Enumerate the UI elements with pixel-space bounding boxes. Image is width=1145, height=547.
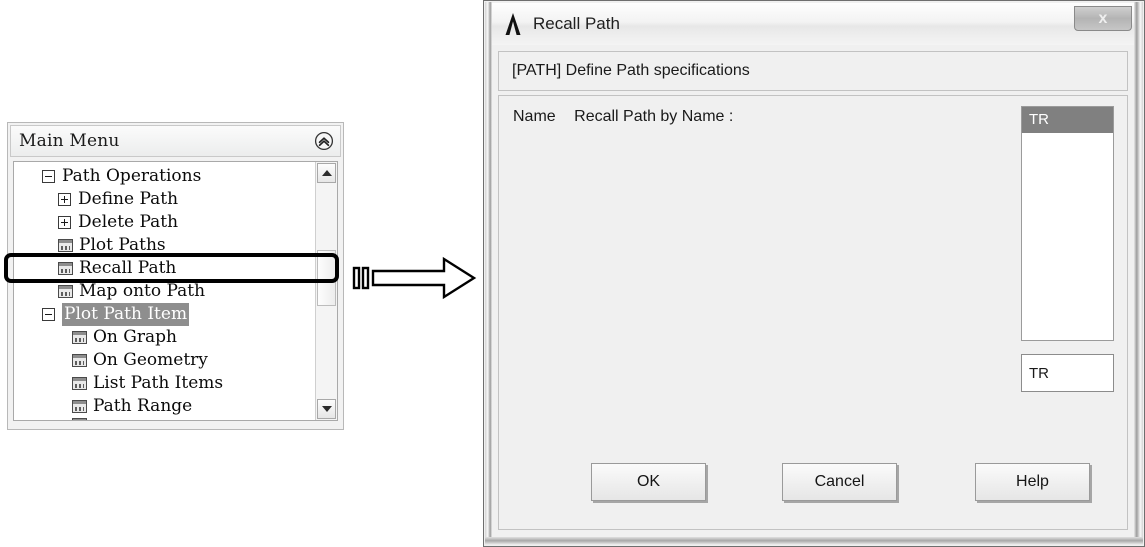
dialog-left-edge bbox=[485, 2, 492, 545]
name-label: Name bbox=[513, 108, 556, 125]
dialog-icon bbox=[72, 354, 87, 367]
scroll-up-button[interactable] bbox=[317, 163, 336, 183]
tree-item-label: On Geometry bbox=[93, 350, 208, 370]
dialog-icon bbox=[72, 377, 87, 390]
dialog-titlebar[interactable]: Recall Path x bbox=[492, 3, 1134, 45]
tree-item-label: Map onto Path bbox=[79, 281, 206, 301]
scroll-down-button[interactable] bbox=[317, 399, 336, 419]
main-menu-title: Main Menu bbox=[19, 131, 120, 151]
tree-item-plot-path-item[interactable]: Plot Path Item bbox=[14, 303, 315, 326]
dialog-button-row: OK Cancel Help bbox=[499, 463, 1127, 501]
dialog-body: Name Recall Path by Name : TR OK Cancel … bbox=[498, 95, 1128, 530]
cancel-button[interactable]: Cancel bbox=[782, 463, 897, 501]
dialog-icon bbox=[58, 262, 73, 275]
tree-item-recall-path[interactable]: Recall Path bbox=[14, 257, 315, 280]
dialog-prompt-bar: [PATH] Define Path specifications bbox=[498, 51, 1128, 91]
dialog-right-edge bbox=[1134, 2, 1143, 545]
path-name-input[interactable] bbox=[1021, 354, 1114, 392]
tree-item-label: Delete Path bbox=[78, 212, 179, 232]
tree-item-on-graph[interactable]: On Graph bbox=[14, 326, 315, 349]
path-name-listbox[interactable]: TR bbox=[1021, 106, 1114, 341]
dialog-icon bbox=[58, 285, 73, 298]
scrollbar-thumb[interactable] bbox=[317, 250, 336, 306]
dialog-frame: Recall Path x [PATH] Define Path specifi… bbox=[483, 0, 1145, 547]
tree-item-list-path-items[interactable]: List Path Items bbox=[14, 372, 315, 395]
tree-item-label: On Graph bbox=[93, 327, 177, 347]
tree-item-define-path[interactable]: Define Path bbox=[14, 188, 315, 211]
chevron-double-up-circle-icon[interactable] bbox=[314, 131, 334, 151]
main-menu-header: Main Menu bbox=[10, 125, 341, 157]
tree-item-label: Plot Paths bbox=[79, 235, 166, 255]
dialog-icon bbox=[72, 331, 87, 344]
tree-item-path-range[interactable]: Path Range bbox=[14, 395, 315, 418]
dialog-icon bbox=[72, 418, 87, 420]
tree-item-on-geometry[interactable]: On Geometry bbox=[14, 349, 315, 372]
expand-plus-icon[interactable] bbox=[58, 193, 71, 206]
tree-item-label: Path Operations bbox=[62, 166, 202, 186]
dialog-icon bbox=[58, 239, 73, 252]
tree-item-label: List Path Items bbox=[93, 373, 224, 393]
list-item[interactable]: TR bbox=[1022, 107, 1113, 133]
dialog-prompt-text: [PATH] Define Path specifications bbox=[512, 62, 750, 79]
tree-item-label: Define Path bbox=[78, 189, 179, 209]
name-description-label: Recall Path by Name : bbox=[574, 108, 734, 125]
tree-item-path-operations[interactable]: Path Operations bbox=[14, 165, 315, 188]
close-icon[interactable]: x bbox=[1074, 6, 1132, 31]
dialog-icon bbox=[72, 400, 87, 413]
main-menu-panel: Main Menu Path Operations Define Path Dele… bbox=[7, 122, 344, 430]
ansys-a-logo bbox=[502, 12, 524, 36]
tree-item-label: Path Range bbox=[93, 396, 193, 416]
triangle-down-icon bbox=[321, 406, 332, 412]
tree-item-label: Plot Path Item bbox=[62, 303, 190, 326]
collapse-minus-icon[interactable] bbox=[42, 170, 55, 183]
main-menu-tree[interactable]: Path Operations Define Path Delete Path Plo… bbox=[14, 162, 315, 420]
main-menu-tree-container: Path Operations Define Path Delete Path Plo… bbox=[13, 161, 338, 421]
tree-item-delete-path[interactable]: Delete Path bbox=[14, 211, 315, 234]
triangle-up-icon bbox=[321, 170, 332, 176]
dialog-title: Recall Path bbox=[533, 14, 620, 33]
flow-arrow bbox=[352, 252, 480, 304]
tree-item-plot-paths[interactable]: Plot Paths bbox=[14, 234, 315, 257]
tree-item-map-onto-path[interactable]: Map onto Path bbox=[14, 280, 315, 303]
dialog-bottom-edge bbox=[485, 537, 1143, 545]
collapse-minus-icon[interactable] bbox=[42, 308, 55, 321]
tree-item-clipped[interactable] bbox=[14, 418, 315, 420]
tree-item-label: Recall Path bbox=[79, 258, 177, 278]
recall-path-dialog: Recall Path x [PATH] Define Path specifi… bbox=[483, 0, 1145, 547]
main-menu-scrollbar[interactable] bbox=[315, 162, 337, 420]
ok-button[interactable]: OK bbox=[591, 463, 706, 501]
expand-plus-icon[interactable] bbox=[58, 216, 71, 229]
name-label-row: Name Recall Path by Name : bbox=[513, 108, 733, 126]
help-button[interactable]: Help bbox=[975, 463, 1090, 501]
